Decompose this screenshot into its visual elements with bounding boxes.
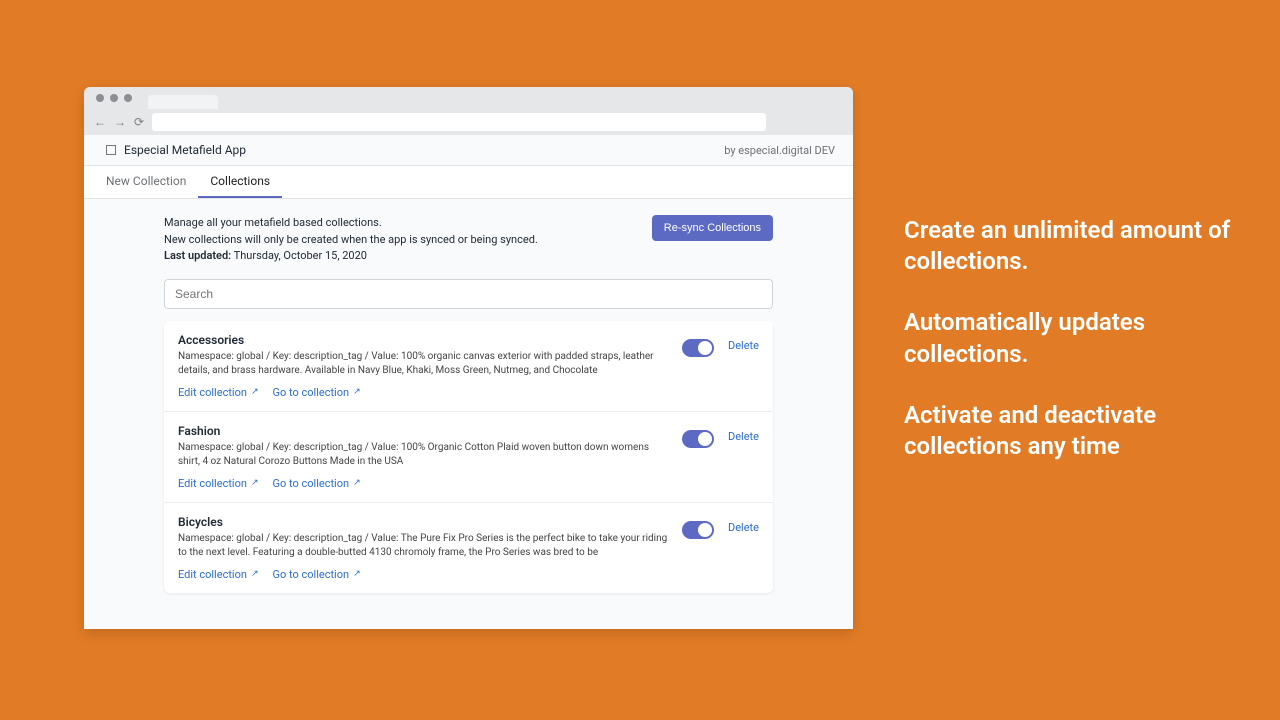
marketing-copy: Create an unlimited amount of collection… bbox=[904, 215, 1234, 492]
close-window-icon[interactable] bbox=[96, 94, 104, 102]
last-updated-label: Last updated: bbox=[164, 249, 231, 262]
search-input[interactable] bbox=[164, 279, 773, 309]
resync-button[interactable]: Re-sync Collections bbox=[652, 215, 773, 241]
external-link-icon: ↗ bbox=[353, 478, 361, 488]
delete-button[interactable]: Delete bbox=[728, 430, 759, 443]
edit-collection-link[interactable]: Edit collection↗ bbox=[178, 477, 259, 490]
enable-toggle[interactable] bbox=[682, 430, 714, 448]
marketing-line-2: Automatically updates collections. bbox=[904, 307, 1234, 369]
collection-description: Namespace: global / Key: description_tag… bbox=[178, 350, 670, 378]
tab-new-collection[interactable]: New Collection bbox=[94, 166, 198, 198]
main-area: Manage all your metafield based collecti… bbox=[84, 199, 853, 609]
intro-line-1: Manage all your metafield based collecti… bbox=[164, 215, 538, 232]
collection-list: Accessories Namespace: global / Key: des… bbox=[164, 321, 773, 593]
external-link-icon: ↗ bbox=[353, 387, 361, 397]
collection-title: Accessories bbox=[178, 333, 670, 347]
collection-description: Namespace: global / Key: description_tag… bbox=[178, 441, 670, 469]
collection-title: Fashion bbox=[178, 424, 670, 438]
goto-collection-link[interactable]: Go to collection↗ bbox=[273, 568, 361, 581]
enable-toggle[interactable] bbox=[682, 339, 714, 357]
tab-collections[interactable]: Collections bbox=[198, 166, 282, 198]
forward-icon[interactable]: → bbox=[114, 115, 126, 129]
app-header: Especial Metafield App by especial.digit… bbox=[84, 135, 853, 165]
browser-title-bar bbox=[84, 87, 853, 109]
edit-collection-link[interactable]: Edit collection↗ bbox=[178, 386, 259, 399]
external-link-icon: ↗ bbox=[251, 569, 259, 579]
enable-toggle[interactable] bbox=[682, 521, 714, 539]
address-bar[interactable] bbox=[152, 113, 766, 131]
browser-window: ← → ⟳ Especial Metafield App by especial… bbox=[84, 87, 853, 629]
list-item: Bicycles Namespace: global / Key: descri… bbox=[164, 503, 773, 593]
reload-icon[interactable]: ⟳ bbox=[134, 115, 144, 129]
intro-text: Manage all your metafield based collecti… bbox=[164, 215, 538, 265]
browser-toolbar: ← → ⟳ bbox=[84, 109, 853, 135]
list-item: Accessories Namespace: global / Key: des… bbox=[164, 321, 773, 412]
minimize-window-icon[interactable] bbox=[110, 94, 118, 102]
back-icon[interactable]: ← bbox=[94, 115, 106, 129]
tab-bar: New Collection Collections bbox=[84, 165, 853, 199]
marketing-line-3: Activate and deactivate collections any … bbox=[904, 400, 1234, 462]
list-item: Fashion Namespace: global / Key: descrip… bbox=[164, 412, 773, 503]
external-link-icon: ↗ bbox=[353, 569, 361, 579]
intro-line-2: New collections will only be created whe… bbox=[164, 232, 538, 249]
app-title: Especial Metafield App bbox=[124, 143, 246, 157]
external-link-icon: ↗ bbox=[251, 387, 259, 397]
goto-collection-link[interactable]: Go to collection↗ bbox=[273, 477, 361, 490]
marketing-line-1: Create an unlimited amount of collection… bbox=[904, 215, 1234, 277]
collection-title: Bicycles bbox=[178, 515, 670, 529]
app-icon bbox=[106, 145, 116, 155]
maximize-window-icon[interactable] bbox=[124, 94, 132, 102]
browser-tab[interactable] bbox=[148, 95, 218, 109]
edit-collection-link[interactable]: Edit collection↗ bbox=[178, 568, 259, 581]
delete-button[interactable]: Delete bbox=[728, 521, 759, 534]
delete-button[interactable]: Delete bbox=[728, 339, 759, 352]
app-byline: by especial.digital DEV bbox=[724, 144, 835, 157]
collection-description: Namespace: global / Key: description_tag… bbox=[178, 532, 670, 560]
external-link-icon: ↗ bbox=[251, 478, 259, 488]
app-content: Especial Metafield App by especial.digit… bbox=[84, 135, 853, 629]
last-updated-value: Thursday, October 15, 2020 bbox=[231, 249, 367, 262]
goto-collection-link[interactable]: Go to collection↗ bbox=[273, 386, 361, 399]
